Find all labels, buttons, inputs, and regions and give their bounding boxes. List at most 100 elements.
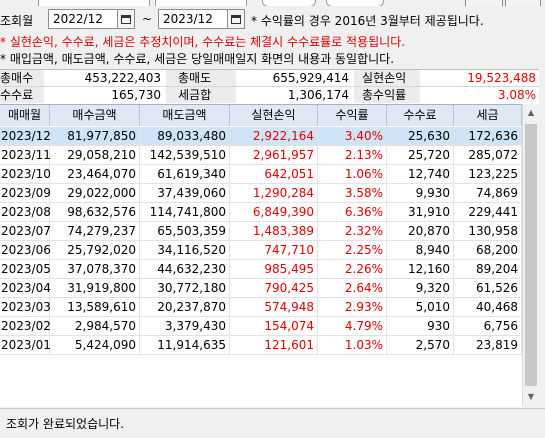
cell-sell-amount: 20,237,870 [140, 298, 230, 316]
range-separator: ~ [142, 12, 153, 26]
cell-realized-pnl: 1,483,389 [230, 222, 318, 240]
cell-month: 2023/01 [1, 336, 51, 354]
total-sell-value: 655,929,414 [272, 71, 349, 85]
table-row[interactable]: 2023/08 98,632,576 114,741,800 6,849,390 6.3… [0, 203, 522, 222]
cell-return-rate: 2.26% [318, 260, 387, 278]
cell-month: 2023/09 [1, 184, 51, 202]
to-month-field[interactable]: 2023/12 [158, 9, 228, 29]
cell-tax: 74,869 [454, 184, 522, 202]
cell-month: 2023/10 [1, 165, 51, 183]
scroll-thumb[interactable] [525, 124, 537, 386]
table-row[interactable]: 2023/07 74,279,237 65,503,359 1,483,389 2.32… [0, 222, 522, 241]
cell-fee: 25,630 [387, 127, 454, 145]
tax-total-value: 1,306,174 [287, 88, 349, 102]
total-sell-label: 총매도 [166, 70, 236, 86]
cell-return-rate: 3.58% [318, 184, 387, 202]
realized-pnl-label: 실현손익 [354, 70, 420, 86]
total-return-label: 총수익률 [354, 87, 420, 103]
total-buy-label: 총매수 [0, 70, 44, 86]
consistency-info-note: * 매입금액, 매도금액, 수수료, 세금은 당일매매일지 화면의 내용과 동일… [0, 52, 395, 66]
cell-sell-amount: 11,914,635 [140, 336, 230, 354]
cell-sell-amount: 89,033,480 [140, 127, 230, 145]
top-clipped-controls [0, 0, 545, 6]
cell-sell-amount: 142,539,510 [140, 146, 230, 164]
cell-buy-amount: 5,424,090 [50, 336, 140, 354]
calendar-icon [231, 14, 241, 24]
table-row[interactable]: 2023/06 25,792,020 34,116,520 747,710 2.25% 8… [0, 241, 522, 260]
cell-return-rate: 1.03% [318, 336, 387, 354]
cell-buy-amount: 29,058,210 [50, 146, 140, 164]
cell-tax: 229,441 [454, 203, 522, 221]
cell-buy-amount: 31,919,800 [50, 279, 140, 297]
calendar-icon [121, 14, 131, 24]
cell-fee: 8,940 [387, 241, 454, 259]
to-calendar-button[interactable] [227, 9, 245, 29]
estimate-warning-note: * 실현손익, 수수료, 세금은 추정치이며, 수수료는 체결시 수수료률로 적… [0, 35, 406, 49]
table-row[interactable]: 2023/03 13,589,610 20,237,870 574,948 2.93% 5… [0, 298, 522, 317]
cell-buy-amount: 81,977,850 [50, 127, 140, 145]
table-row[interactable]: 2023/04 31,919,800 30,772,180 790,425 2.64% 9… [0, 279, 522, 298]
header-tax[interactable]: 세금 [454, 105, 522, 126]
cell-buy-amount: 25,792,020 [50, 241, 140, 259]
radio-option-fragment-2[interactable] [326, 0, 384, 6]
header-month[interactable]: 매매월 [0, 105, 50, 126]
header-sell-amount[interactable]: 매도금액 [140, 105, 230, 126]
cell-sell-amount: 61,619,340 [140, 165, 230, 183]
account-name-fragment [155, 0, 247, 6]
cell-buy-amount: 29,022,000 [50, 184, 140, 202]
cell-fee: 9,930 [387, 184, 454, 202]
cell-sell-amount: 34,116,520 [140, 241, 230, 259]
from-calendar-button[interactable] [117, 9, 135, 29]
cell-return-rate: 2.13% [318, 146, 387, 164]
table-row[interactable]: 2023/11 29,058,210 142,539,510 2,961,957 2.1… [0, 146, 522, 165]
cell-tax: 68,200 [454, 241, 522, 259]
cell-fee: 930 [387, 317, 454, 335]
cell-fee: 20,870 [387, 222, 454, 240]
realized-pnl-value: 19,523,488 [467, 71, 536, 85]
cell-realized-pnl: 6,849,390 [230, 203, 318, 221]
header-fee[interactable]: 수수료 [387, 105, 454, 126]
table-row[interactable]: 2023/09 29,022,000 37,439,060 1,290,284 3.58… [0, 184, 522, 203]
cell-realized-pnl: 2,922,164 [230, 127, 318, 145]
header-realized-pnl[interactable]: 실현손익 [230, 105, 318, 126]
tax-total-label: 세금합 [166, 87, 236, 103]
cell-return-rate: 3.40% [318, 127, 387, 145]
table-row[interactable]: 2023/05 37,078,370 44,632,230 985,495 2.26% 1… [0, 260, 522, 279]
cell-realized-pnl: 790,425 [230, 279, 318, 297]
vertical-scrollbar[interactable]: ▲ ▼ [522, 104, 539, 406]
monthly-pnl-table[interactable]: 매매월 매수금액 매도금액 실현손익 수익률 수수료 세금 2023/12 81,… [0, 104, 522, 407]
from-month-field[interactable]: 2022/12 [48, 9, 118, 29]
next-button-fragment[interactable] [505, 0, 541, 6]
cell-tax: 130,958 [454, 222, 522, 240]
cell-realized-pnl: 747,710 [230, 241, 318, 259]
cell-tax: 89,204 [454, 260, 522, 278]
cell-return-rate: 2.32% [318, 222, 387, 240]
table-row[interactable]: 2023/12 81,977,850 89,033,480 2,922,164 3.40… [0, 127, 522, 146]
cell-return-rate: 1.06% [318, 165, 387, 183]
table-row[interactable]: 2023/01 5,424,090 11,914,635 121,601 1.03% 2,… [0, 336, 522, 355]
radio-option-fragment[interactable] [262, 0, 316, 6]
cell-sell-amount: 37,439,060 [140, 184, 230, 202]
total-return-value: 3.08% [497, 88, 536, 102]
cell-month: 2023/11 [1, 146, 51, 164]
cell-realized-pnl: 154,074 [230, 317, 318, 335]
account-field-fragment [38, 0, 150, 6]
cell-realized-pnl: 2,961,957 [230, 146, 318, 164]
cell-fee: 9,320 [387, 279, 454, 297]
cell-return-rate: 4.79% [318, 317, 387, 335]
cell-sell-amount: 3,379,430 [140, 317, 230, 335]
cell-return-rate: 2.93% [318, 298, 387, 316]
cell-fee: 12,160 [387, 260, 454, 278]
header-buy-amount[interactable]: 매수금액 [50, 105, 140, 126]
cell-tax: 123,225 [454, 165, 522, 183]
cell-return-rate: 2.25% [318, 241, 387, 259]
header-return-rate[interactable]: 수익률 [318, 105, 387, 126]
cell-fee: 5,010 [387, 298, 454, 316]
cell-buy-amount: 74,279,237 [50, 222, 140, 240]
query-button-fragment[interactable] [465, 0, 503, 6]
cell-month: 2023/06 [1, 241, 51, 259]
table-row[interactable]: 2023/02 2,984,570 3,379,430 154,074 4.79% 930… [0, 317, 522, 336]
scroll-down-arrow-icon[interactable]: ▼ [523, 388, 539, 405]
scroll-up-arrow-icon[interactable]: ▲ [523, 104, 539, 121]
table-row[interactable]: 2023/10 23,464,070 61,619,340 642,051 1.06% 1… [0, 165, 522, 184]
